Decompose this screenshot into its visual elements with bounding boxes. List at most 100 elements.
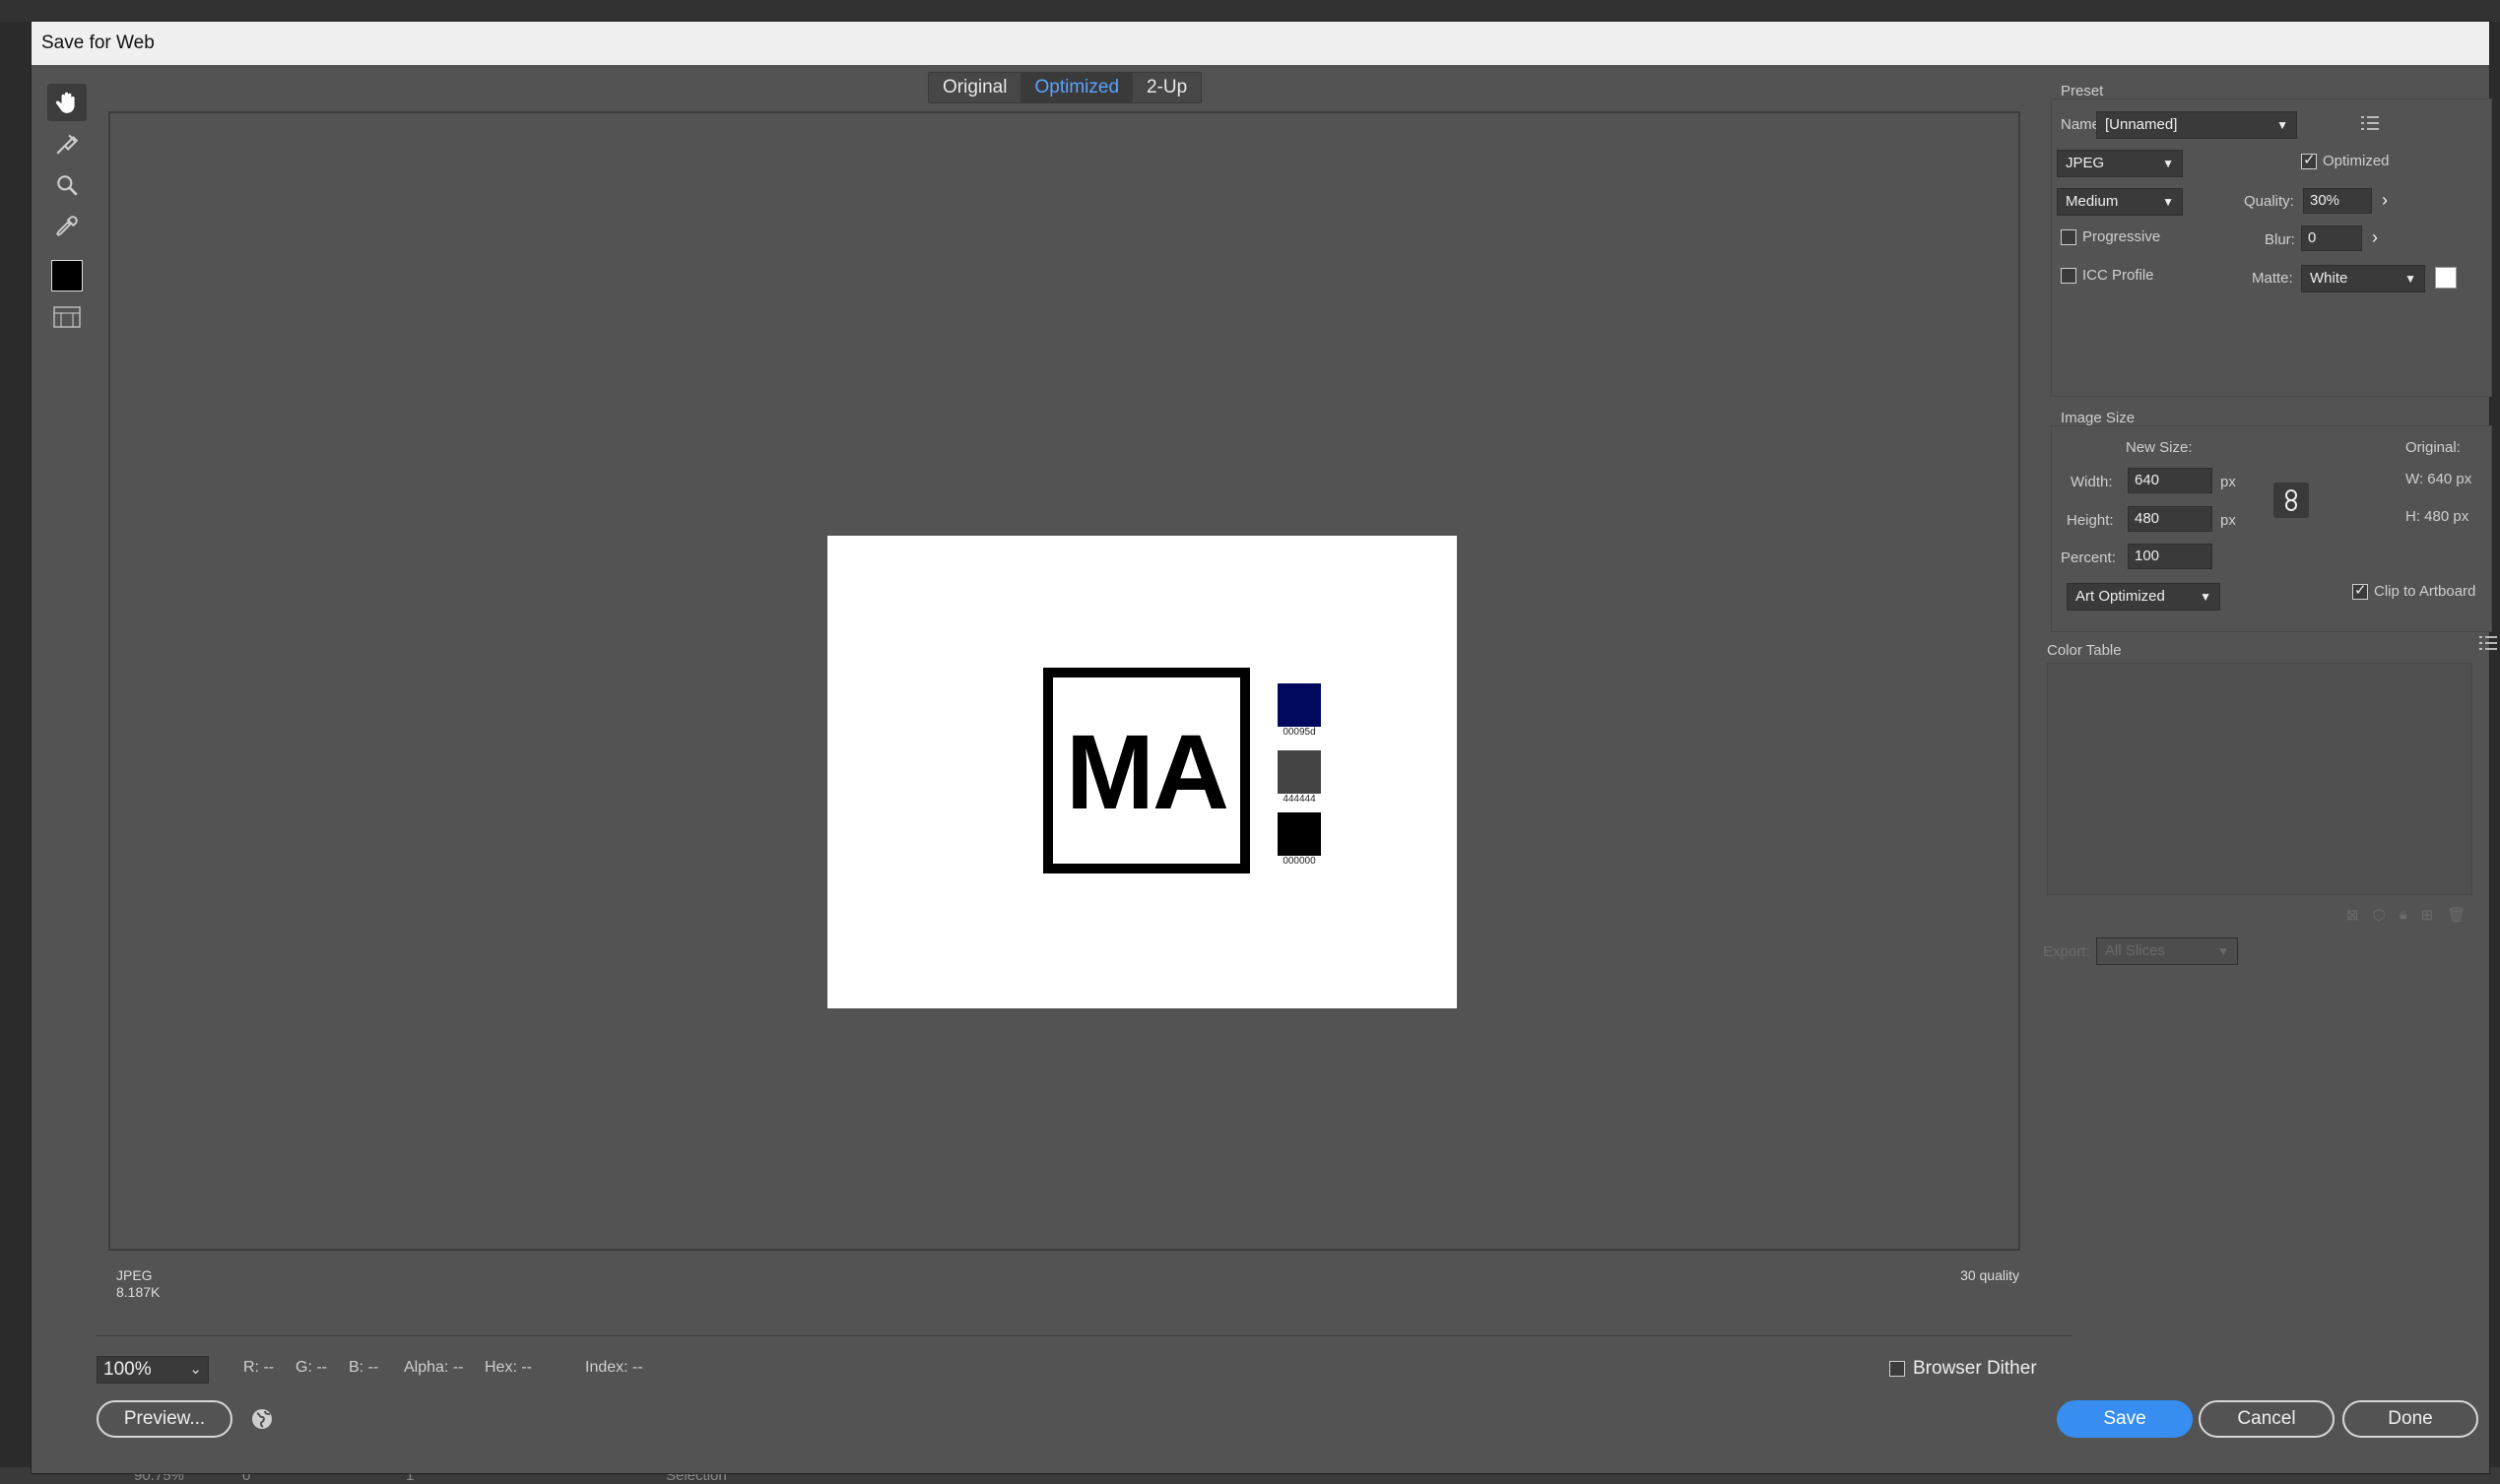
blur-field[interactable]: 0 — [2301, 226, 2362, 251]
optimized-option[interactable]: Optimized — [2301, 151, 2390, 169]
hand-tool[interactable] — [47, 84, 87, 121]
preset-section-title: Preset — [2061, 83, 2104, 99]
width-unit: px — [2220, 474, 2236, 490]
eyedropper-color[interactable] — [47, 257, 87, 294]
color-table-menu-button[interactable] — [2478, 634, 2498, 657]
chevron-down-icon: ▼ — [2217, 944, 2229, 958]
resample-method-value: Art Optimized — [2075, 588, 2165, 605]
swatch-gray-label: 444444 — [1283, 794, 1316, 805]
quality-slider-toggle[interactable]: › — [2374, 188, 2396, 214]
blur-slider-toggle[interactable]: › — [2364, 226, 2386, 251]
percent-field[interactable]: 100 — [2128, 544, 2212, 569]
export-select[interactable]: All Slices ▼ — [2096, 937, 2238, 965]
swatch-black-label: 000000 — [1283, 856, 1316, 867]
optimized-checkbox[interactable] — [2301, 151, 2317, 169]
icc-profile-option[interactable]: ICC Profile — [2061, 267, 2154, 284]
map-transparent-icon[interactable]: ⊠ — [2346, 906, 2359, 924]
swatch-gray: 444444 — [1278, 750, 1329, 805]
lock-icon[interactable]: 🔒︎ — [2400, 906, 2407, 924]
tab-optimized[interactable]: Optimized — [1020, 73, 1134, 102]
eyedropper-color-swatch — [51, 260, 83, 291]
swatch-navy-label: 00095d — [1283, 727, 1316, 738]
matte-select[interactable]: White ▼ — [2301, 265, 2425, 292]
progressive-option[interactable]: Progressive — [2061, 228, 2160, 245]
resample-method-select[interactable]: Art Optimized ▼ — [2067, 583, 2220, 611]
alpha-readout: Alpha: -- — [404, 1359, 464, 1376]
swatch-black-chip — [1278, 812, 1321, 856]
add-color-icon[interactable]: ⊞ — [2421, 906, 2434, 924]
zoom-icon — [57, 175, 78, 196]
hand-icon — [55, 92, 75, 113]
eyedropper-icon — [56, 216, 78, 236]
progressive-label: Progressive — [2082, 228, 2161, 245]
quality-label: Quality: — [2244, 193, 2294, 210]
save-for-web-dialog: Save for Web Original Optimized 2-Up MA — [31, 21, 2497, 1474]
view-tabs: Original Optimized 2-Up — [928, 72, 1203, 103]
color-table-grid[interactable] — [2047, 663, 2472, 895]
optimized-image-preview: MA 00095d 444444 000000 — [827, 536, 1457, 1008]
progressive-checkbox[interactable] — [2061, 228, 2076, 245]
chevron-down-icon: ▼ — [2404, 272, 2416, 286]
image-format: JPEG — [116, 1267, 153, 1283]
preview-button[interactable]: Preview... — [97, 1400, 232, 1438]
chevron-down-icon: ▼ — [2162, 195, 2174, 209]
clip-to-artboard-label: Clip to Artboard — [2374, 583, 2476, 600]
percent-label: Percent: — [2061, 549, 2116, 566]
browser-preview-button[interactable] — [250, 1407, 274, 1431]
browser-dither-label: Browser Dither — [1913, 1358, 2037, 1379]
toggle-slices-visibility[interactable] — [47, 298, 87, 336]
format-select[interactable]: JPEG ▼ — [2057, 150, 2183, 177]
globe-icon — [252, 1409, 272, 1429]
blur-label: Blur: — [2265, 231, 2295, 248]
hex-readout: Hex: -- — [485, 1359, 532, 1376]
zoom-level-select[interactable]: 100% ⌄ — [97, 1356, 209, 1384]
slice-select-tool[interactable] — [47, 125, 87, 162]
export-value: All Slices — [2105, 942, 2165, 959]
chevron-down-icon: ⌄ — [189, 1361, 202, 1378]
zoom-tool[interactable] — [47, 166, 87, 204]
quality-field[interactable]: 30% — [2303, 188, 2372, 214]
image-info: JPEG 8.187K — [116, 1267, 160, 1301]
settings-panel: Preset Name: [Unnamed] ▼ JPEG ▼ Optimize… — [2041, 77, 2500, 1475]
color-table-actions: ⊠ ⬡ 🔒︎ ⊞ 🗑︎ — [2346, 906, 2466, 924]
matte-color-swatch[interactable] — [2435, 267, 2457, 289]
web-shift-icon[interactable]: ⬡ — [2373, 906, 2386, 924]
swatch-navy-chip — [1278, 683, 1321, 727]
eyedropper-tool[interactable] — [47, 208, 87, 245]
browser-dither-checkbox[interactable] — [1889, 1361, 1905, 1377]
divider — [97, 1335, 2072, 1336]
compression-select[interactable]: Medium ▼ — [2057, 188, 2183, 216]
browser-dither-option[interactable]: Browser Dither — [1889, 1358, 2037, 1380]
preset-name-select[interactable]: [Unnamed] ▼ — [2096, 111, 2297, 139]
zoom-value: 100% — [103, 1359, 152, 1380]
color-table-section-title: Color Table — [2047, 642, 2122, 659]
app-background-strip — [0, 0, 2500, 22]
tab-original[interactable]: Original — [929, 73, 1020, 102]
swatch-group: 00095d 444444 000000 — [1278, 683, 1329, 867]
toggle-slices-icon — [53, 306, 81, 328]
height-label: Height: — [2067, 512, 2114, 529]
chevron-down-icon: ▼ — [2276, 118, 2288, 132]
format-value: JPEG — [2066, 155, 2105, 171]
image-file-size: 8.187K — [116, 1284, 161, 1300]
clip-to-artboard-option[interactable]: Clip to Artboard — [2352, 581, 2476, 600]
original-height: H: 480 px — [2405, 508, 2469, 525]
chevron-down-icon: ▼ — [2200, 590, 2211, 604]
tab-2-up[interactable]: 2-Up — [1133, 73, 1201, 102]
original-size-label: Original: — [2405, 439, 2461, 456]
swatch-gray-chip — [1278, 750, 1321, 794]
chevron-down-icon: ▼ — [2162, 157, 2174, 170]
width-field[interactable]: 640 — [2128, 468, 2212, 493]
height-field[interactable]: 480 — [2128, 506, 2212, 532]
icc-profile-checkbox[interactable] — [2061, 267, 2076, 284]
trash-icon[interactable]: 🗑︎ — [2447, 906, 2466, 924]
index-readout: Index: -- — [585, 1359, 643, 1376]
chain-link-icon — [2285, 489, 2297, 511]
list-menu-icon — [2361, 116, 2379, 130]
constrain-proportions-button[interactable] — [2273, 483, 2309, 518]
preset-menu-button[interactable] — [2360, 114, 2380, 137]
height-unit: px — [2220, 512, 2236, 529]
clip-to-artboard-checkbox[interactable] — [2352, 581, 2368, 600]
original-width: W: 640 px — [2405, 471, 2472, 487]
preview-canvas[interactable]: MA 00095d 444444 000000 — [108, 111, 2020, 1251]
